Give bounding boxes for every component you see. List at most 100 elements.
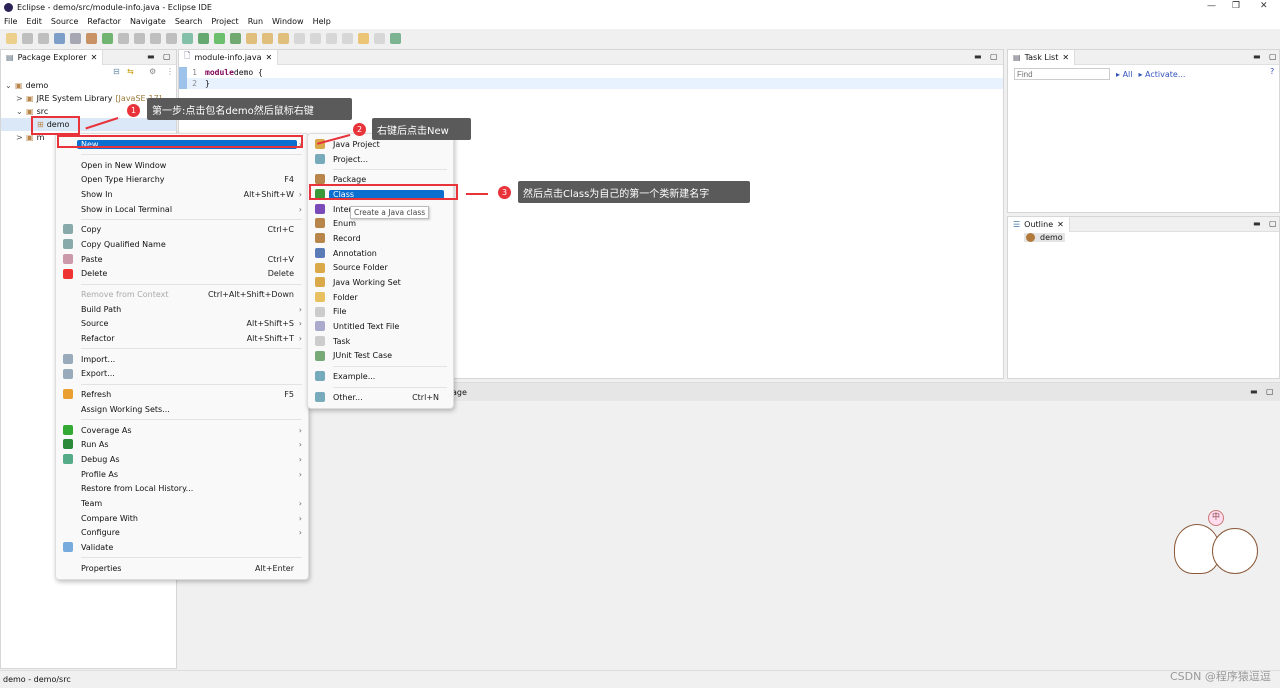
maximize-icon[interactable]: ▢ [163, 52, 171, 61]
menu-file[interactable]: File [4, 17, 17, 26]
menu-item-refresh[interactable]: Refresh F5 [56, 387, 308, 402]
toolbar-button-icon[interactable] [214, 33, 225, 44]
close-icon[interactable]: ✕ [265, 53, 272, 62]
maximize-button[interactable]: ❐ [1232, 1, 1240, 11]
menu-item-remove-from-context[interactable]: Remove from Context Ctrl+Alt+Shift+Down [56, 287, 308, 302]
chevron-down-icon[interactable]: ⌄ [5, 81, 12, 90]
menu-item-build-path[interactable]: Build Path › [56, 302, 308, 317]
menu-source[interactable]: Source [51, 17, 78, 26]
menu-item-copy-qualified-name[interactable]: Copy Qualified Name [56, 237, 308, 252]
tab-module-info[interactable]: 🗋 module-info.java ✕ [179, 49, 279, 65]
menu-item-untitled-text-file[interactable]: Untitled Text File [308, 319, 453, 334]
collapse-all-icon[interactable]: ⊟ [113, 67, 120, 76]
code-area[interactable]: 1 module demo { 2} [179, 65, 1003, 89]
maximize-icon[interactable]: ▢ [990, 52, 998, 61]
menu-run[interactable]: Run [248, 17, 263, 26]
menu-item-validate[interactable]: Validate [56, 540, 308, 555]
toolbar-button-icon[interactable] [326, 33, 337, 44]
toolbar-button-icon[interactable] [246, 33, 257, 44]
outline-item[interactable]: demo [1024, 233, 1065, 242]
menu-item-debug-as[interactable]: Debug As › [56, 452, 308, 467]
toolbar-button-icon[interactable] [150, 33, 161, 44]
menu-item-copy[interactable]: Copy Ctrl+C [56, 222, 308, 237]
toolbar-button-icon[interactable] [6, 33, 17, 44]
menu-refactor[interactable]: Refactor [87, 17, 121, 26]
view-menu-icon[interactable]: ⋮ [166, 67, 174, 76]
toolbar-button-icon[interactable] [294, 33, 305, 44]
link-editor-icon[interactable]: ⇆ [127, 67, 134, 76]
minimize-icon[interactable]: ▬ [1253, 52, 1261, 61]
help-icon[interactable]: ? [1270, 67, 1274, 76]
minimize-icon[interactable]: ▬ [1253, 219, 1261, 228]
toolbar-button-icon[interactable] [102, 33, 113, 44]
toolbar-button-icon[interactable] [54, 33, 65, 44]
menu-item-open-type-hierarchy[interactable]: Open Type Hierarchy F4 [56, 172, 308, 187]
toolbar-button-icon[interactable] [374, 33, 385, 44]
toolbar-button-icon[interactable] [166, 33, 177, 44]
menu-item-configure[interactable]: Configure › [56, 526, 308, 541]
close-icon[interactable]: ✕ [1057, 220, 1064, 229]
menu-item-other[interactable]: Other... Ctrl+N [308, 390, 453, 405]
menu-item-compare-with[interactable]: Compare With › [56, 511, 308, 526]
menu-item-assign-working-sets[interactable]: Assign Working Sets... [56, 402, 308, 417]
toolbar-button-icon[interactable] [70, 33, 81, 44]
toolbar-button-icon[interactable] [278, 33, 289, 44]
toolbar-button-icon[interactable] [86, 33, 97, 44]
chevron-right-icon[interactable]: > [16, 133, 23, 142]
toolbar-button-icon[interactable] [198, 33, 209, 44]
toolbar-button-icon[interactable] [38, 33, 49, 44]
tab-task-list[interactable]: ▤ Task List ✕ [1008, 49, 1076, 65]
toolbar-button-icon[interactable] [22, 33, 33, 44]
bottom-tab-label[interactable]: age [452, 388, 467, 397]
menu-item-import[interactable]: Import... [56, 352, 308, 367]
menu-item-profile-as[interactable]: Profile As › [56, 467, 308, 482]
maximize-icon[interactable]: ▢ [1266, 387, 1274, 396]
menu-item-project[interactable]: Project... [308, 152, 453, 167]
toolbar-button-icon[interactable] [230, 33, 241, 44]
menu-item-restore-from-local-history[interactable]: Restore from Local History... [56, 481, 308, 496]
chevron-right-icon[interactable]: > [16, 94, 23, 103]
menu-item-delete[interactable]: Delete Delete [56, 267, 308, 282]
menu-item-open-in-new-window[interactable]: Open in New Window [56, 158, 308, 173]
menu-item-annotation[interactable]: Annotation [308, 246, 453, 261]
menu-item-export[interactable]: Export... [56, 367, 308, 382]
activate-link[interactable]: ▸ Activate... [1138, 70, 1185, 79]
toolbar-button-icon[interactable] [134, 33, 145, 44]
menu-edit[interactable]: Edit [26, 17, 42, 26]
find-input[interactable] [1014, 68, 1110, 80]
toolbar-button-icon[interactable] [118, 33, 129, 44]
chevron-down-icon[interactable]: ⌄ [16, 107, 23, 116]
tab-outline[interactable]: ☰ Outline ✕ [1008, 216, 1070, 232]
tab-package-explorer[interactable]: ▤ Package Explorer ✕ [1, 49, 104, 65]
menu-item-task[interactable]: Task [308, 334, 453, 349]
menu-search[interactable]: Search [175, 17, 202, 26]
minimize-button[interactable]: — [1207, 1, 1216, 11]
menu-item-file[interactable]: File [308, 305, 453, 320]
menu-item-record[interactable]: Record [308, 231, 453, 246]
minimize-icon[interactable]: ▬ [974, 52, 982, 61]
menu-window[interactable]: Window [272, 17, 304, 26]
close-button[interactable]: ✕ [1260, 1, 1268, 11]
menu-item-team[interactable]: Team › [56, 496, 308, 511]
menu-item-source[interactable]: Source Alt+Shift+S › [56, 317, 308, 332]
menu-item-properties[interactable]: Properties Alt+Enter [56, 561, 308, 576]
toolbar-button-icon[interactable] [262, 33, 273, 44]
tree-item-demo[interactable]: ⌄ ▣ demo [1, 79, 176, 92]
menu-item-coverage-as[interactable]: Coverage As › [56, 423, 308, 438]
maximize-icon[interactable]: ▢ [1269, 219, 1277, 228]
menu-item-folder[interactable]: Folder [308, 290, 453, 305]
filter-icon[interactable]: ⚙ [149, 67, 156, 76]
menu-item-show-in[interactable]: Show In Alt+Shift+W › [56, 187, 308, 202]
toolbar-button-icon[interactable] [358, 33, 369, 44]
menu-item-java-working-set[interactable]: Java Working Set [308, 275, 453, 290]
close-icon[interactable]: ✕ [1062, 53, 1069, 62]
menu-item-refactor[interactable]: Refactor Alt+Shift+T › [56, 331, 308, 346]
menu-item-paste[interactable]: Paste Ctrl+V [56, 252, 308, 267]
close-icon[interactable]: ✕ [91, 53, 98, 62]
menu-item-source-folder[interactable]: Source Folder [308, 261, 453, 276]
all-link[interactable]: ▸ All [1116, 70, 1132, 79]
maximize-icon[interactable]: ▢ [1269, 52, 1277, 61]
toolbar-button-icon[interactable] [182, 33, 193, 44]
toolbar-button-icon[interactable] [310, 33, 321, 44]
menu-item-example[interactable]: Example... [308, 369, 453, 384]
